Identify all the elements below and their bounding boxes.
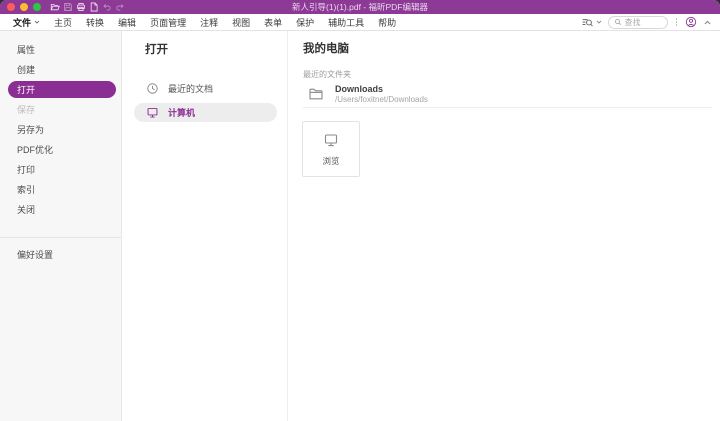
tab-comment[interactable]: 注释 [200,16,218,29]
account-button[interactable] [685,16,697,28]
open-panel-item-computer[interactable]: 计算机 [134,103,277,122]
backstage-sidebar: 属性 创建 打开 保存 另存为 PDF优化 打印 索引 关闭 偏好设置 [0,31,122,421]
collapse-toolbar-button[interactable] [703,18,712,27]
computer-panel-title: 我的电脑 [303,40,349,56]
menubar: 文件 主页 转换 编辑 页面管理 注释 视图 表单 保护 辅助工具 帮助 [0,14,720,31]
browse-button[interactable]: 浏览 [302,121,360,177]
computer-icon [323,132,339,148]
find-tools-icon [581,16,594,29]
redo-icon[interactable] [115,2,125,12]
undo-icon[interactable] [102,2,112,12]
tab-view[interactable]: 视图 [232,16,250,29]
recent-folders-section-label: 最近的文件夹 [303,69,351,80]
save-icon[interactable] [63,2,73,12]
kebab-menu-icon[interactable] [674,18,680,26]
search-box[interactable] [608,16,668,29]
tab-convert[interactable]: 转换 [86,16,104,29]
computer-icon [146,106,159,119]
sidebar-divider [0,237,121,238]
sidebar-item-pdf-optimize[interactable]: PDF优化 [0,139,121,159]
sidebar-item-save: 保存 [0,99,121,119]
app-window: 新人引导(1)(1).pdf - 福昕PDF编辑器 文件 主页 转换 编辑 页面… [0,0,720,421]
sidebar-item-close[interactable]: 关闭 [0,199,121,219]
open-panel-item-recent-documents[interactable]: 最近的文档 [134,78,277,98]
tab-home[interactable]: 主页 [54,16,72,29]
open-panel-item-label: 最近的文档 [168,82,213,95]
tab-accessibility-tools[interactable]: 辅助工具 [328,16,364,29]
tab-edit[interactable]: 编辑 [118,16,136,29]
quick-access-toolbar [50,2,125,12]
sidebar-item-create[interactable]: 创建 [0,59,121,79]
new-document-icon[interactable] [89,2,99,12]
sidebar-item-open[interactable]: 打开 [8,81,116,98]
tab-protect[interactable]: 保护 [296,16,314,29]
chevron-down-icon [34,19,40,25]
sidebar-item-preferences[interactable]: 偏好设置 [0,244,121,264]
computer-panel: 我的电脑 最近的文件夹 Downloads /Users/foxitnet/Do… [288,31,720,421]
sidebar-item-properties[interactable]: 属性 [0,39,121,59]
titlebar: 新人引导(1)(1).pdf - 福昕PDF编辑器 [0,0,720,14]
open-panel: 打开 最近的文档 计算机 [122,31,288,421]
sidebar-item-index[interactable]: 索引 [0,179,121,199]
menu-file[interactable]: 文件 [13,16,40,29]
recent-folder-name: Downloads [335,84,428,94]
find-tools-button[interactable] [581,16,602,29]
menubar-right-controls [581,16,713,29]
tab-help[interactable]: 帮助 [378,16,396,29]
tab-form[interactable]: 表单 [264,16,282,29]
close-window-button[interactable] [7,3,15,11]
recent-folder-meta: Downloads /Users/foxitnet/Downloads [335,84,428,104]
sidebar-item-print[interactable]: 打印 [0,159,121,179]
tab-page-management[interactable]: 页面管理 [150,16,186,29]
open-panel-item-label: 计算机 [168,106,195,119]
sidebar-item-save-as[interactable]: 另存为 [0,119,121,139]
print-icon[interactable] [76,2,86,12]
menu-items: 文件 主页 转换 编辑 页面管理 注释 视图 表单 保护 辅助工具 帮助 [13,16,396,29]
chevron-up-icon [703,18,712,27]
backstage-view: 属性 创建 打开 保存 另存为 PDF优化 打印 索引 关闭 偏好设置 打开 最… [0,31,720,421]
open-panel-title: 打开 [145,41,168,57]
clock-icon [146,82,159,95]
browse-label: 浏览 [322,155,339,167]
recent-folder-path: /Users/foxitnet/Downloads [335,95,428,104]
search-icon [614,18,622,26]
zoom-window-button[interactable] [33,3,41,11]
search-input[interactable] [625,18,662,27]
folder-icon [308,86,324,102]
account-icon [685,16,697,28]
minimize-window-button[interactable] [20,3,28,11]
traffic-lights [7,3,41,11]
open-file-icon[interactable] [50,2,60,12]
chevron-down-icon [596,19,602,25]
recent-folder-row[interactable]: Downloads /Users/foxitnet/Downloads [303,81,712,108]
